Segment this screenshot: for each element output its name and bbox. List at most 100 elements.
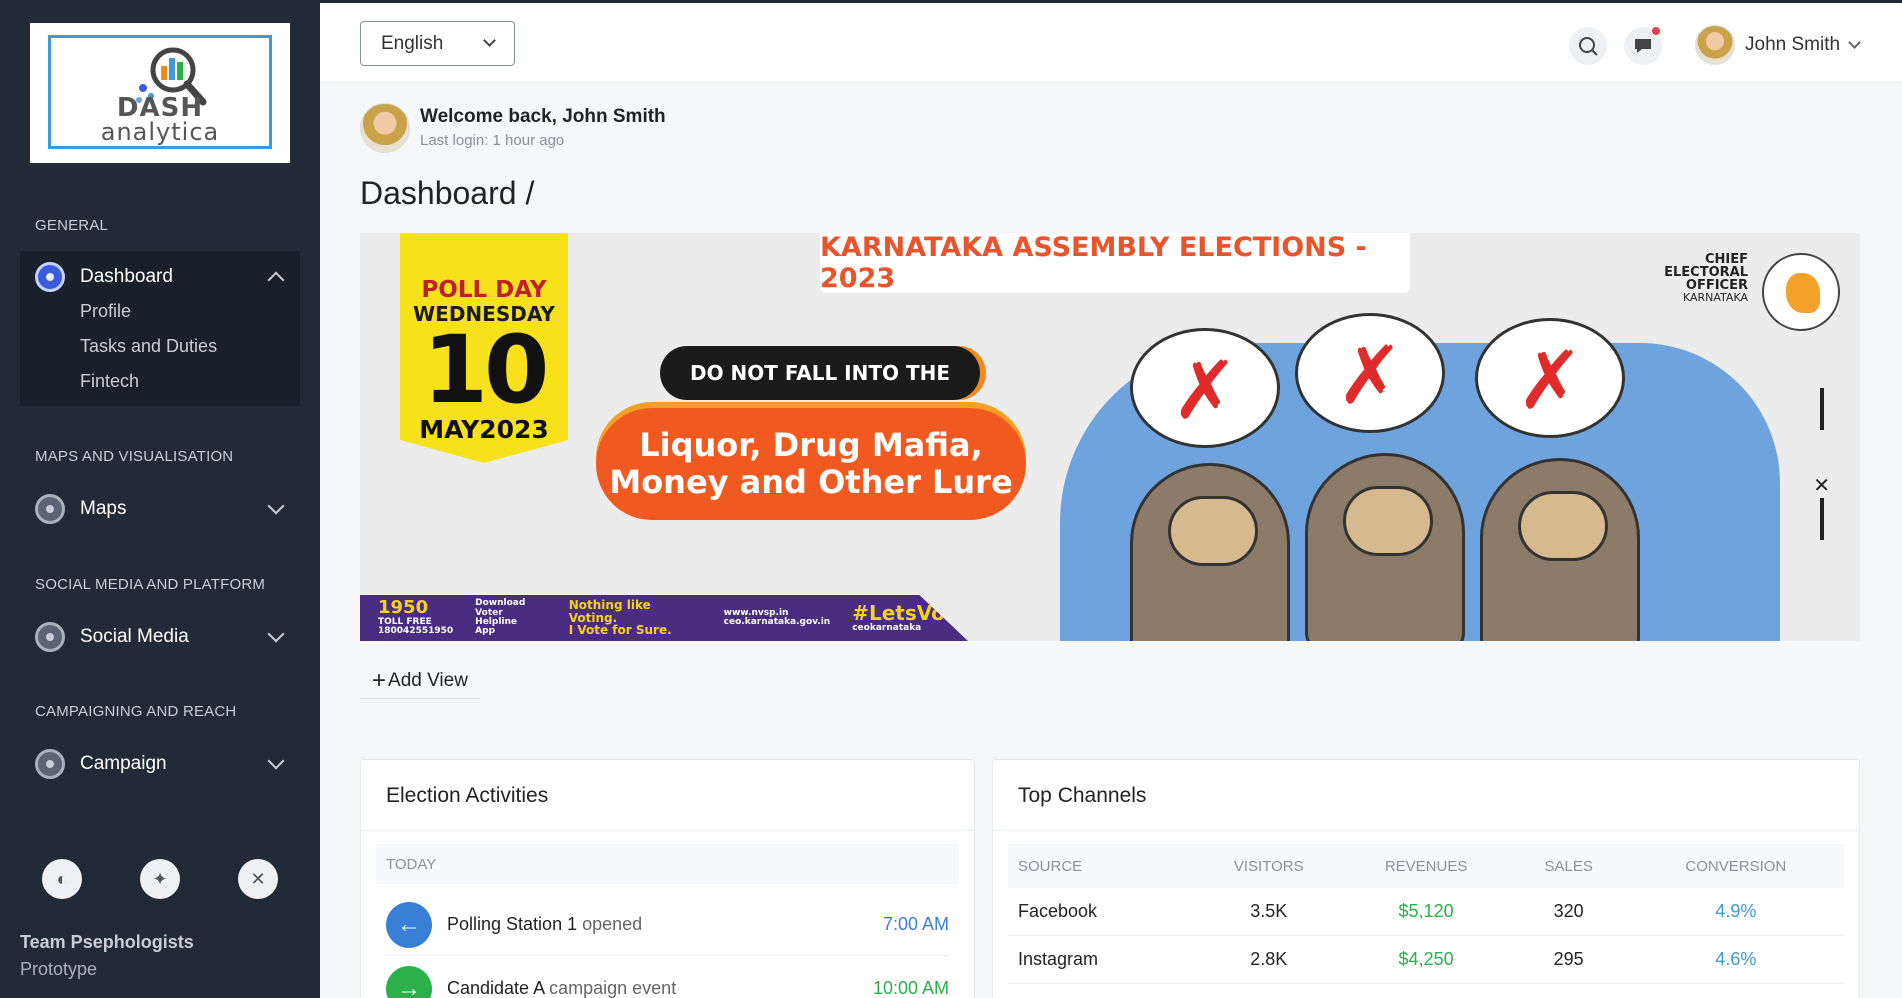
slogan-block: Nothing like Voting. I Vote for Sure. — [569, 599, 702, 637]
ceo-seal-icon — [1762, 253, 1840, 331]
chevron-down-icon — [1848, 35, 1861, 49]
card-divider — [361, 830, 974, 831]
notification-dot — [1652, 27, 1660, 35]
ceo-karnataka-logo: CHIEF ELECTORAL OFFICER KARNATAKA — [1640, 253, 1840, 343]
today-label: TODAY — [376, 844, 959, 884]
header-conversion: CONVERSION — [1685, 857, 1787, 875]
language-value: English — [381, 32, 444, 54]
cross-icon: ✗ — [1336, 331, 1404, 420]
chat-icon — [1635, 39, 1651, 53]
user-name: John Smith — [1745, 34, 1841, 55]
logo-text: DASH analytica — [51, 93, 269, 146]
sidebar-item-campaign[interactable]: Campaign — [20, 738, 300, 790]
activity-text: Polling Station 1 opened — [447, 914, 883, 935]
toll-free-number: 180042551950 — [378, 626, 454, 637]
slogan-line-2: I Vote for Sure. — [568, 623, 672, 638]
cell-sales: 295 — [1553, 949, 1584, 969]
header-revenues: REVENUES — [1384, 857, 1468, 875]
card-title: Top Channels — [1018, 784, 1147, 807]
cell-visitors: 2.8K — [1250, 949, 1288, 969]
search-button[interactable] — [1569, 27, 1607, 65]
chevron-down-icon[interactable] — [267, 752, 285, 770]
chat-button[interactable] — [1624, 27, 1662, 65]
sidebar-item-dashboard[interactable]: Dashboard — [20, 251, 300, 303]
chevron-down-icon[interactable] — [267, 625, 285, 643]
activity-suffix: campaign event — [549, 978, 677, 998]
team-name: Team Psephologists — [20, 932, 194, 952]
avatar — [1695, 25, 1735, 65]
poll-date: 10 — [422, 316, 550, 425]
monkey-illustration-3 — [1480, 458, 1640, 641]
card-title: Election Activities — [386, 784, 549, 807]
chevron-down-icon — [483, 34, 496, 47]
logo-line-1: DASH — [116, 93, 204, 123]
logo-line-2: analytica — [100, 117, 220, 146]
add-view-label: Add View — [388, 669, 468, 691]
section-title-general: GENERAL — [35, 217, 109, 234]
sidebar-item-social-media[interactable]: Social Media — [20, 611, 300, 663]
welcome-avatar — [360, 103, 410, 153]
ceo-line-4: KARNATAKA — [1682, 291, 1748, 304]
thought-bubble-liquor: ✗ — [1130, 328, 1280, 448]
last-login-text: Last login: 1 hour ago — [420, 132, 565, 149]
sidebar-subitem-profile[interactable]: Profile — [80, 301, 131, 322]
banner-close-icon[interactable]: ✕ — [1813, 473, 1830, 498]
activity-title: Polling Station 1 — [447, 914, 578, 934]
section-title-maps: MAPS AND VISUALISATION — [35, 448, 234, 465]
banner-divider — [1820, 388, 1824, 540]
language-select[interactable]: English — [360, 21, 515, 66]
sidebar: DASH analytica GENERAL Dashboard Profile… — [0, 0, 320, 998]
hashtag-block: #LetsVote ceokarnataka — [852, 602, 968, 633]
sidebar-subitem-tasks[interactable]: Tasks and Duties — [80, 336, 217, 357]
chevron-down-icon[interactable] — [267, 497, 285, 515]
cell-revenues: $5,120 — [1398, 901, 1454, 921]
election-banner: POLL DAY WEDNESDAY 10 MAY2023 KARNATAKA … — [360, 233, 1860, 641]
card-divider — [993, 830, 1859, 831]
section-title-campaign: CAMPAIGNING AND REACH — [35, 703, 237, 720]
activity-item[interactable]: ← Polling Station 1 opened 7:00 AM — [386, 894, 949, 956]
arrow-right-icon: → — [386, 965, 432, 998]
logo-frame: DASH analytica — [48, 35, 272, 149]
header-source: SOURCE — [1018, 857, 1083, 875]
cross-icon: ✗ — [1516, 336, 1584, 425]
cell-revenues: $4,250 — [1398, 949, 1454, 969]
user-menu[interactable]: John Smith — [1695, 25, 1861, 65]
poll-month-year: MAY2023 — [419, 415, 549, 445]
dashboard-icon — [35, 262, 65, 292]
add-view-button[interactable]: + Add View — [360, 663, 480, 699]
chevron-up-icon[interactable] — [267, 271, 285, 289]
monkey-illustration-2 — [1305, 453, 1465, 641]
section-title-social: SOCIAL MEDIA AND PLATFORM — [35, 576, 266, 593]
table-row[interactable]: Instagram 2.8K $4,250 295 4.6% — [1008, 936, 1844, 984]
activity-time: 10:00 AM — [872, 978, 949, 998]
sparkle-button[interactable]: ✦ — [140, 859, 180, 899]
cell-sales: 320 — [1553, 901, 1584, 921]
poll-day-label: POLL DAY — [421, 277, 547, 303]
banner-tagline-main: Liquor, Drug Mafia, Money and Other Lure — [596, 408, 1026, 520]
table-row[interactable]: Facebook 3.5K $5,120 320 4.9% — [1008, 888, 1844, 936]
activity-item[interactable]: → Candidate A campaign event 10:00 AM — [386, 958, 949, 998]
website-block: www.nvsp.in ceo.karnataka.gov.in — [724, 608, 831, 628]
activity-text: Candidate A campaign event — [447, 978, 873, 998]
sidebar-item-label: Social Media — [80, 626, 189, 647]
page-title: Dashboard / — [360, 175, 535, 211]
cross-icon: ✗ — [1171, 346, 1239, 435]
cell-visitors: 3.5K — [1250, 901, 1288, 921]
thought-bubble-money: ✗ — [1295, 313, 1445, 433]
close-button[interactable]: ✕ — [238, 859, 278, 899]
sidebar-item-label: Maps — [80, 498, 127, 519]
cell-conversion: 4.9% — [1715, 901, 1757, 921]
sparkle-icon: ✦ — [152, 868, 168, 889]
banner-title: KARNATAKA ASSEMBLY ELECTIONS - 2023 — [820, 233, 1410, 294]
sidebar-item-maps[interactable]: Maps — [20, 483, 300, 535]
palette-button[interactable]: ◐ — [42, 859, 82, 899]
maps-icon — [35, 494, 65, 524]
download-line-2: Voter Helpline — [475, 607, 518, 627]
thought-bubble-gifts: ✗ — [1475, 318, 1625, 438]
app-logo[interactable]: DASH analytica — [30, 23, 290, 163]
arrow-left-icon: ← — [386, 901, 432, 948]
helpline-number: 1950 — [378, 597, 429, 619]
top-channels-card: Top Channels SOURCE VISITORS REVENUES SA… — [992, 759, 1860, 998]
header-visitors: VISITORS — [1233, 857, 1304, 875]
sidebar-subitem-fintech[interactable]: Fintech — [80, 371, 139, 392]
